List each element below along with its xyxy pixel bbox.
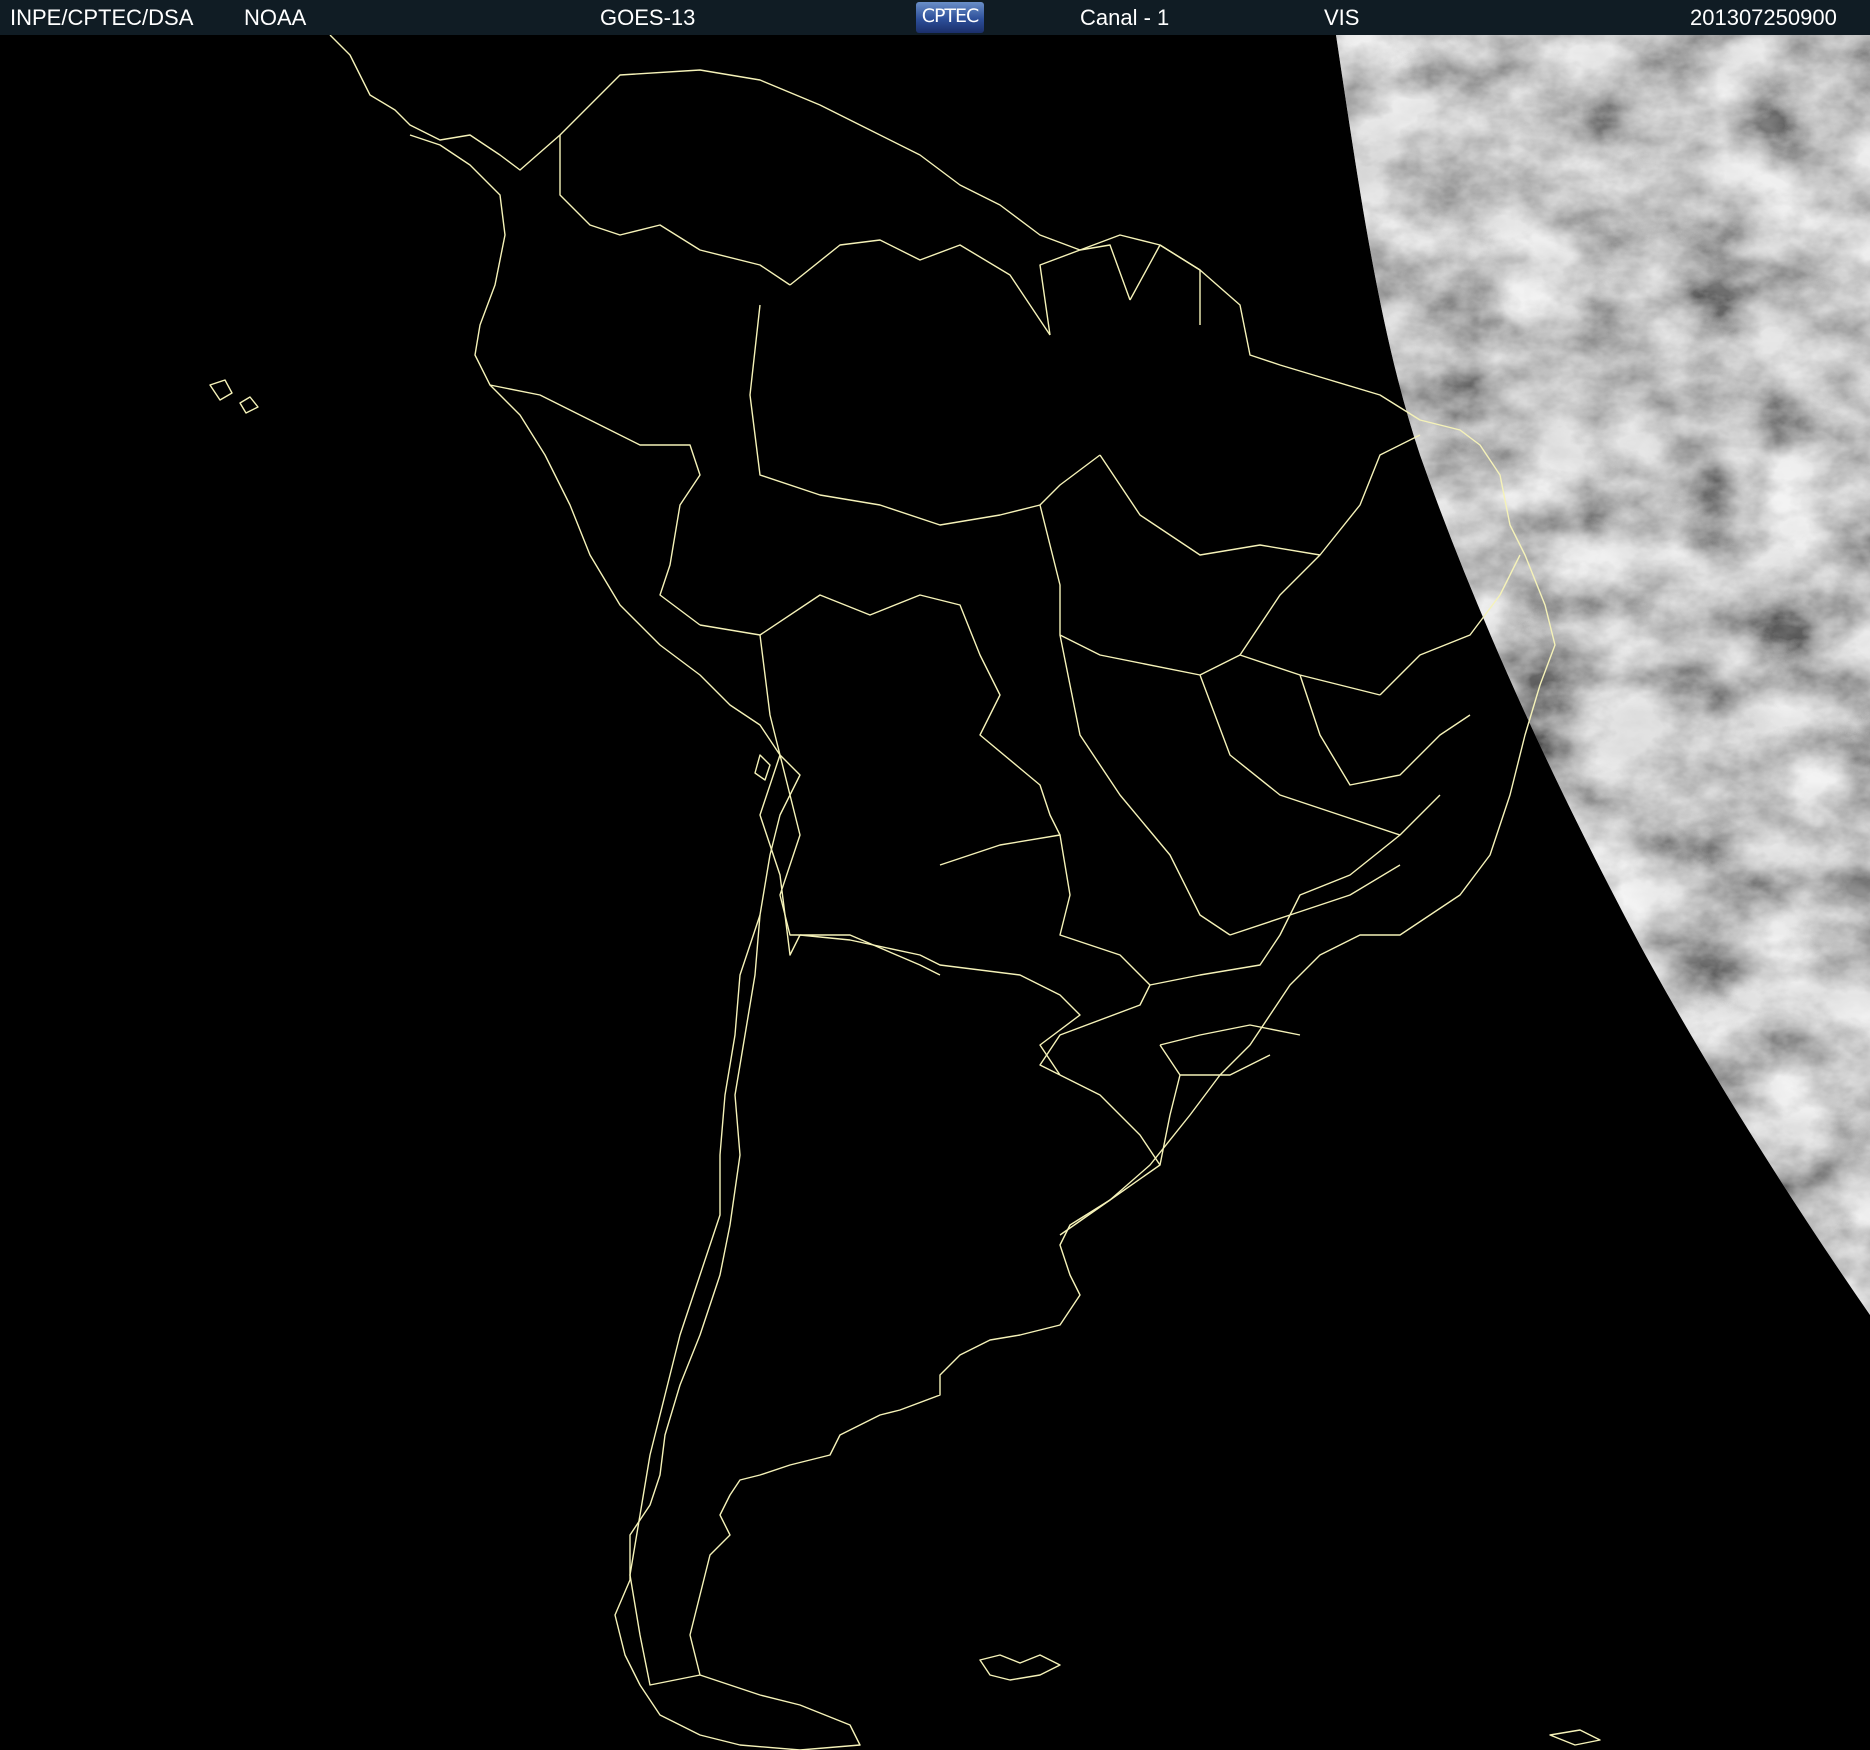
agency-label: NOAA bbox=[244, 5, 307, 30]
satellite-label: GOES-13 bbox=[600, 5, 696, 30]
timestamp-label: 201307250900 bbox=[1690, 5, 1837, 30]
image-header-bar: INPE/CPTEC/DSA NOAA GOES-13 CPTEC Canal … bbox=[0, 0, 1870, 35]
channel-label: Canal - 1 bbox=[1080, 5, 1170, 30]
satellite-map bbox=[0, 35, 1870, 1750]
band-label: VIS bbox=[1324, 5, 1360, 30]
cptec-logo-icon: CPTEC bbox=[916, 2, 984, 33]
source-label: INPE/CPTEC/DSA bbox=[10, 5, 194, 30]
